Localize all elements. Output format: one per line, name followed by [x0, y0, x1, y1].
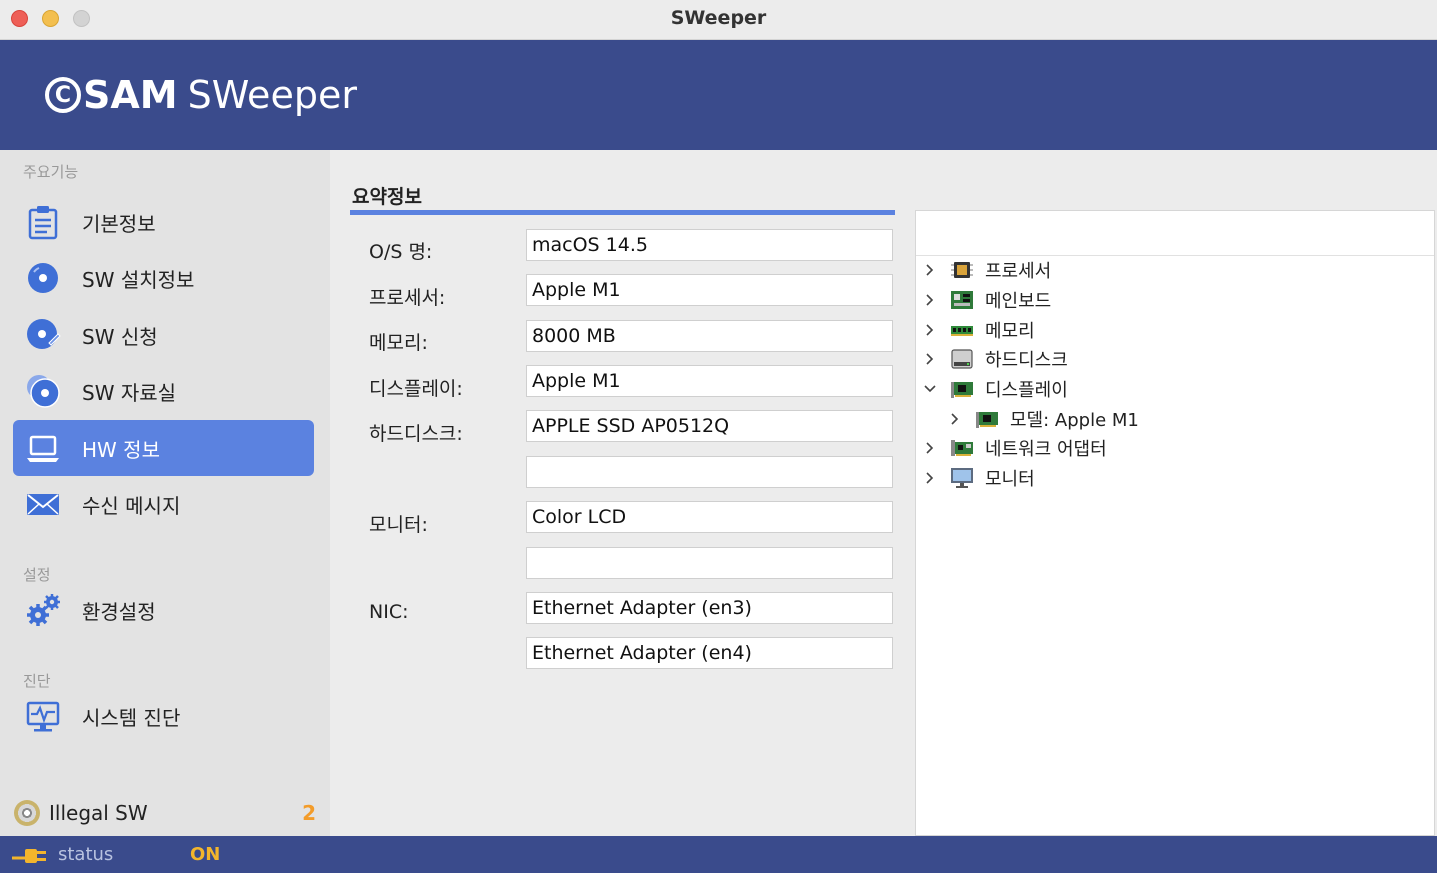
chevron-right-icon[interactable] — [924, 472, 936, 484]
tree-item-label: 하드디스크 — [985, 350, 1068, 371]
tree-item-label: 모델: Apple M1 — [1010, 410, 1139, 431]
status-label: status — [58, 844, 114, 865]
tree-item-label: 디스플레이 — [985, 380, 1068, 401]
copyright-c-icon: C — [45, 77, 81, 113]
sidebar-item-label: 수신 메시지 — [82, 493, 181, 518]
illegal-sw-indicator[interactable]: Illegal SW 2 — [14, 797, 324, 829]
laptop-icon — [27, 435, 59, 462]
cd-disc-icon — [14, 800, 40, 826]
sidebar-item-sw-install[interactable]: SW 설치정보 — [13, 250, 314, 306]
sidebar-item-label: HW 정보 — [82, 437, 160, 462]
tree-item-memory[interactable]: 메모리 — [924, 315, 1035, 345]
summary-title: 요약정보 — [352, 186, 422, 208]
tree-item-harddisk[interactable]: 하드디스크 — [924, 344, 1068, 374]
nic-field-2[interactable]: Ethernet Adapter (en4) — [526, 637, 893, 669]
harddisk-field[interactable]: APPLE SSD AP0512Q — [526, 410, 893, 442]
display-card-icon — [951, 382, 973, 398]
tree-item-network[interactable]: 네트워크 어댑터 — [924, 433, 1107, 463]
monitor-pulse-icon — [26, 701, 60, 732]
monitor-icon — [951, 468, 973, 488]
os-label: O/S 명: — [369, 241, 433, 263]
title-bar: SWeeper — [0, 0, 1437, 40]
chevron-right-icon[interactable] — [949, 413, 961, 425]
summary-underline — [350, 210, 895, 215]
sidebar-item-label: SW 설치정보 — [82, 267, 195, 292]
brand-logo: C SAM SWeeper — [45, 73, 357, 117]
tree-header — [916, 211, 1434, 256]
display-field[interactable]: Apple M1 — [526, 365, 893, 397]
tree-item-label: 네트워크 어댑터 — [985, 439, 1107, 460]
monitor-field[interactable]: Color LCD — [526, 501, 893, 533]
tree-item-label: 프로세서 — [985, 261, 1052, 282]
gears-icon — [27, 594, 60, 626]
ram-icon — [951, 326, 973, 336]
tree-item-display-model[interactable]: 모델: Apple M1 — [949, 404, 1139, 434]
sidebar-item-messages[interactable]: 수신 메시지 — [13, 476, 314, 532]
sidebar-item-basic-info[interactable]: 기본정보 — [13, 194, 314, 250]
envelope-icon — [27, 494, 59, 515]
sidebar-item-label: SW 신청 — [82, 324, 158, 349]
main-panel: 요약정보 O/S 명: macOS 14.5 프로세서: Apple M1 메모… — [330, 150, 1437, 836]
tree-item-label: 메모리 — [985, 321, 1035, 342]
chevron-down-icon[interactable] — [924, 383, 936, 395]
chevron-right-icon[interactable] — [924, 294, 936, 306]
chevron-right-icon[interactable] — [924, 442, 936, 454]
monitor-field-2[interactable] — [526, 547, 893, 579]
harddisk-label: 하드디스크: — [369, 423, 463, 445]
disc-library-icon — [27, 375, 60, 408]
display-label: 디스플레이: — [369, 378, 463, 400]
sidebar-item-label: 기본정보 — [82, 211, 156, 236]
illegal-sw-count-badge: 2 — [302, 801, 316, 825]
app-header: C SAM SWeeper — [0, 40, 1437, 150]
sidebar-item-system-diagnosis[interactable]: 시스템 진단 — [13, 688, 314, 744]
memory-field[interactable]: 8000 MB — [526, 320, 893, 352]
brand-bold: SAM — [83, 73, 178, 117]
processor-label: 프로세서: — [369, 287, 446, 309]
disc-icon — [28, 263, 58, 293]
disc-request-icon — [27, 319, 61, 349]
tree-item-monitor[interactable]: 모니터 — [924, 463, 1035, 493]
network-card-icon — [951, 440, 973, 456]
nic-field[interactable]: Ethernet Adapter (en3) — [526, 592, 893, 624]
status-bar: status ON — [0, 836, 1437, 873]
tree-item-label: 모니터 — [985, 469, 1035, 490]
tree-item-display[interactable]: 디스플레이 — [924, 374, 1068, 404]
sidebar-item-label: 환경설정 — [82, 599, 156, 624]
tree-item-processor[interactable]: 프로세서 — [924, 255, 1051, 285]
sidebar-item-sw-request[interactable]: SW 신청 — [13, 307, 314, 363]
chevron-right-icon[interactable] — [924, 264, 936, 276]
tree-item-label: 메인보드 — [985, 291, 1052, 312]
display-card-icon — [976, 412, 998, 428]
sidebar-item-sw-library[interactable]: SW 자료실 — [13, 363, 314, 419]
power-plug-icon — [12, 849, 46, 863]
sidebar-item-hw-info[interactable]: HW 정보 — [13, 420, 314, 476]
os-field[interactable]: macOS 14.5 — [526, 229, 893, 261]
mainboard-icon — [951, 291, 973, 309]
chevron-right-icon[interactable] — [924, 353, 936, 365]
illegal-sw-label: Illegal SW — [49, 801, 148, 825]
nic-label: NIC: — [369, 601, 409, 623]
harddisk-icon — [951, 349, 973, 369]
memory-label: 메모리: — [369, 332, 428, 354]
brand-light: SWeeper — [187, 73, 357, 117]
processor-field[interactable]: Apple M1 — [526, 274, 893, 306]
section-main-label: 주요기능 — [23, 163, 79, 181]
tree-item-mainboard[interactable]: 메인보드 — [924, 285, 1051, 315]
clipboard-icon — [28, 206, 58, 240]
monitor-label: 모니터: — [369, 514, 428, 536]
chevron-right-icon[interactable] — [924, 324, 936, 336]
harddisk-field-2[interactable] — [526, 456, 893, 488]
status-value: ON — [190, 844, 221, 865]
sidebar: 주요기능 기본정보 SW 설치정보 SW 신청 SW 자료실 HW 정보 수신 … — [0, 150, 330, 836]
cpu-icon — [951, 262, 973, 278]
sidebar-item-label: SW 자료실 — [82, 380, 177, 405]
window-title: SWeeper — [670, 7, 767, 29]
hardware-tree: 프로세서 메인보드 메모리 하드디스크 디스플레이 모델: Apple M1 네… — [915, 210, 1435, 836]
sidebar-item-label: 시스템 진단 — [82, 705, 181, 730]
sidebar-item-preferences[interactable]: 환경설정 — [13, 582, 314, 638]
